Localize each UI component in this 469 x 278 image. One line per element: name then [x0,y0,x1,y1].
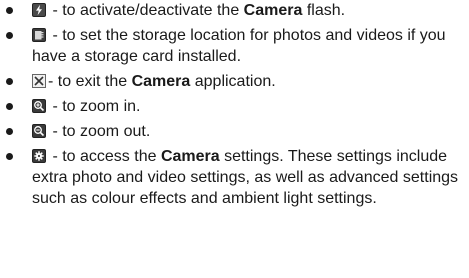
item-text-pre: - to access the [48,148,161,165]
item-text-pre: - to activate/deactivate the [48,2,244,19]
settings-icon [32,149,46,163]
item-text-bold: Camera [160,148,220,165]
list-item-flash: - to activate/deactivate the Camera flas… [0,0,469,21]
list-item-zoom-in: - to zoom in. [0,96,469,117]
list-item-zoom-out: - to zoom out. [0,121,469,142]
bullet [6,128,13,135]
item-text-bold: Camera [131,73,191,90]
item-text-pre: - to exit the [48,73,132,90]
zoom-in-icon [32,99,46,113]
bullet [6,153,13,160]
bullet [6,32,13,39]
instruction-list: - to activate/deactivate the Camera flas… [0,0,469,209]
close-icon [32,74,46,88]
bullet [6,103,13,110]
list-item-exit: - to exit the Camera application. [0,71,469,92]
flash-icon [32,3,46,17]
item-text-pre: - to zoom in. [48,98,141,115]
storage-card-icon [32,28,46,42]
bullet [6,78,13,85]
bullet [6,7,13,14]
item-text-bold: Camera [243,2,303,19]
item-text-post: application. [190,73,276,90]
zoom-out-icon [32,124,46,138]
list-item-settings: - to access the Camera settings. These s… [0,146,469,209]
item-text-pre: - to zoom out. [48,123,151,140]
item-text-post: flash. [302,2,346,19]
item-text-pre: - to set the storage location for photos… [32,27,446,65]
list-item-storage: - to set the storage location for photos… [0,25,469,67]
